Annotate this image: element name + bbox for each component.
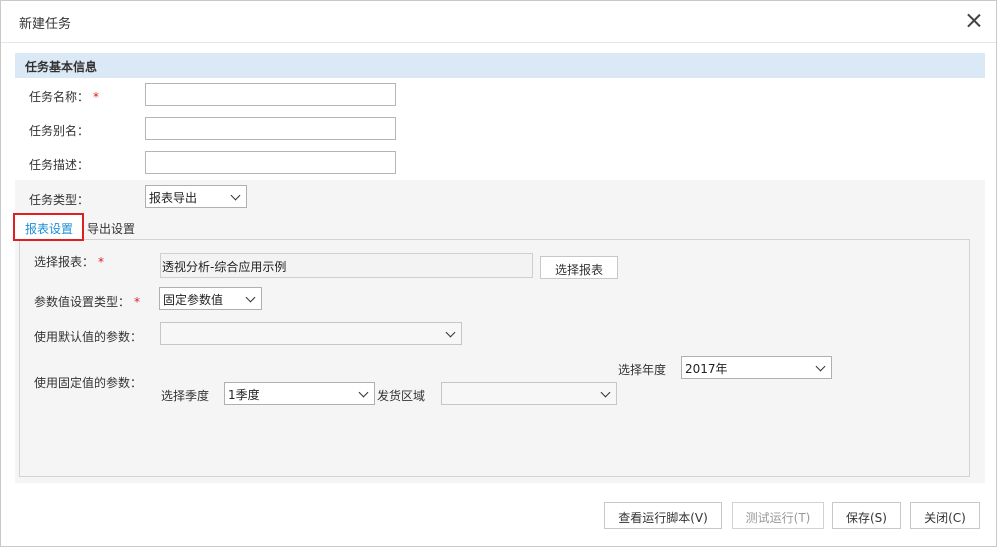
task-alias-label: 任务别名：	[29, 124, 90, 138]
task-name-label: 任务名称： *	[29, 90, 100, 104]
task-type-label: 任务类型：	[29, 193, 90, 207]
param-type-label: 参数值设置类型： *	[34, 295, 141, 309]
test-run-button[interactable]: 测试运行(T)	[732, 502, 824, 529]
tab-export-settings[interactable]: 导出设置	[87, 220, 135, 237]
chevron-down-icon	[230, 190, 241, 201]
param-type-select[interactable]: 固定参数值	[159, 287, 262, 310]
region-label: 发货区域	[377, 389, 426, 403]
task-alias-input[interactable]	[145, 117, 396, 140]
chevron-down-icon	[358, 387, 369, 398]
chevron-down-icon	[815, 361, 826, 372]
chevron-down-icon	[245, 292, 256, 303]
required-asterisk: *	[93, 90, 100, 104]
fixed-params-label: 使用固定值的参数：	[34, 376, 143, 390]
select-report-button[interactable]: 选择报表	[540, 256, 618, 279]
view-script-button[interactable]: 查看运行脚本(V)	[604, 502, 722, 529]
region-select[interactable]	[441, 382, 617, 405]
year-value: 2017年	[685, 362, 728, 376]
task-description-input[interactable]	[145, 151, 396, 174]
required-asterisk: *	[98, 255, 105, 269]
dialog-title: 新建任务	[19, 17, 72, 32]
close-icon[interactable]	[963, 10, 985, 32]
basic-info-header-text: 任务基本信息	[25, 60, 98, 74]
quarter-value: 1季度	[228, 388, 260, 402]
chevron-down-icon	[445, 327, 456, 338]
task-type-value: 报表导出	[149, 191, 198, 205]
close-button[interactable]: 关闭(C)	[910, 502, 980, 529]
new-task-dialog: 新建任务 任务基本信息 任务名称： * 任务别名： 任务描述： 任务类型： 报表导…	[0, 0, 997, 547]
year-label: 选择年度	[618, 363, 667, 377]
quarter-label: 选择季度	[161, 389, 210, 403]
param-type-value: 固定参数值	[163, 293, 224, 307]
task-description-label: 任务描述：	[29, 158, 90, 172]
task-name-input[interactable]	[145, 83, 396, 106]
select-report-label: 选择报表： *	[34, 255, 105, 269]
selected-report-field: 透视分析-综合应用示例	[160, 253, 533, 278]
default-params-label: 使用默认值的参数：	[34, 330, 143, 344]
chevron-down-icon	[600, 387, 611, 398]
save-button[interactable]: 保存(S)	[832, 502, 901, 529]
tab-report-settings[interactable]: 报表设置	[13, 213, 84, 241]
required-asterisk: *	[134, 295, 141, 309]
task-type-select[interactable]: 报表导出	[145, 185, 247, 208]
basic-info-section-header: 任务基本信息	[15, 53, 985, 78]
dialog-titlebar: 新建任务	[1, 1, 996, 43]
default-params-select[interactable]	[160, 322, 462, 345]
quarter-select[interactable]: 1季度	[224, 382, 375, 405]
year-select[interactable]: 2017年	[681, 356, 832, 379]
